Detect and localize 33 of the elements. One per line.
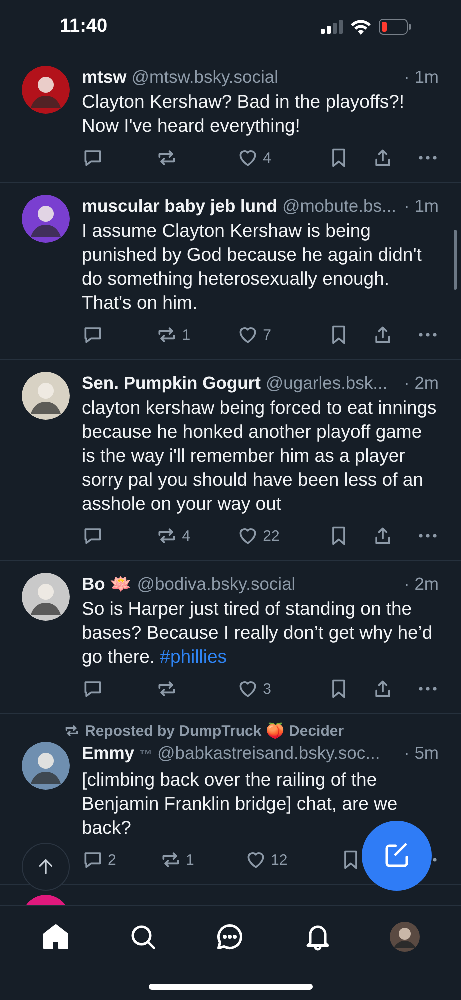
hashtag-link[interactable]: #phillies [160,646,228,667]
author-name[interactable]: muscular baby jeb lund [82,195,278,217]
author-handle[interactable]: @ugarles.bsk... [266,372,388,394]
repost-button[interactable]: 4 [156,525,191,547]
post-time: · 2m [404,573,439,595]
reply-button[interactable]: 2 [82,849,116,871]
like-button[interactable]: 4 [237,147,272,169]
author-name[interactable]: Emmy [82,742,135,764]
author-handle[interactable]: @mobute.bs... [282,195,397,217]
like-button[interactable]: 3 [237,678,272,700]
author-name[interactable]: Sen. Pumpkin Gogurt [82,372,261,394]
name-suffix: ™ [140,746,153,764]
post-time: · 1m [404,195,439,217]
post-text: clayton kershaw being forced to eat innings because he honked another playoff game is the way i'll remember him as a player sorry pal you should have been less of an asshole on your way out [82,396,438,516]
post-text: I assume Clayton Kershaw is being punished by God because he again didn't do something heterosexually enough. That's on him. [82,219,423,315]
post-time: · 1m [404,66,439,88]
author-handle[interactable]: @mtsw.bsky.social [132,66,279,88]
repost-button[interactable]: 1 [156,324,191,346]
post-time: · 5m [404,742,439,764]
author-name[interactable]: mtsw [82,66,127,88]
post-text: Clayton Kershaw? Bad in the playoffs?! Now I've heard everything! [82,90,406,138]
clock-time: 11:40 [60,16,108,38]
author-name[interactable]: Bo 🪷 [82,573,132,595]
repost-button[interactable]: 1 [160,849,194,871]
post-text: So is Harper just tired of standing on the bases? Because I really don’t get why he’d go there. #phillies [82,597,434,669]
like-button[interactable]: 22 [237,525,280,547]
repost-label[interactable]: Reposted by DumpTruck 🍑 Decider [85,722,344,740]
post-text: [climbing back over the railing of the Benjamin Franklin bridge] chat, are we back? [82,768,399,840]
author-handle[interactable]: @bodiva.bsky.social [137,573,296,595]
post-time: · 2m [404,372,439,394]
like-button[interactable]: 7 [237,324,272,346]
author-handle[interactable]: @babkastreisand.bsky.soc... [158,742,380,764]
like-button[interactable]: 12 [245,849,288,871]
